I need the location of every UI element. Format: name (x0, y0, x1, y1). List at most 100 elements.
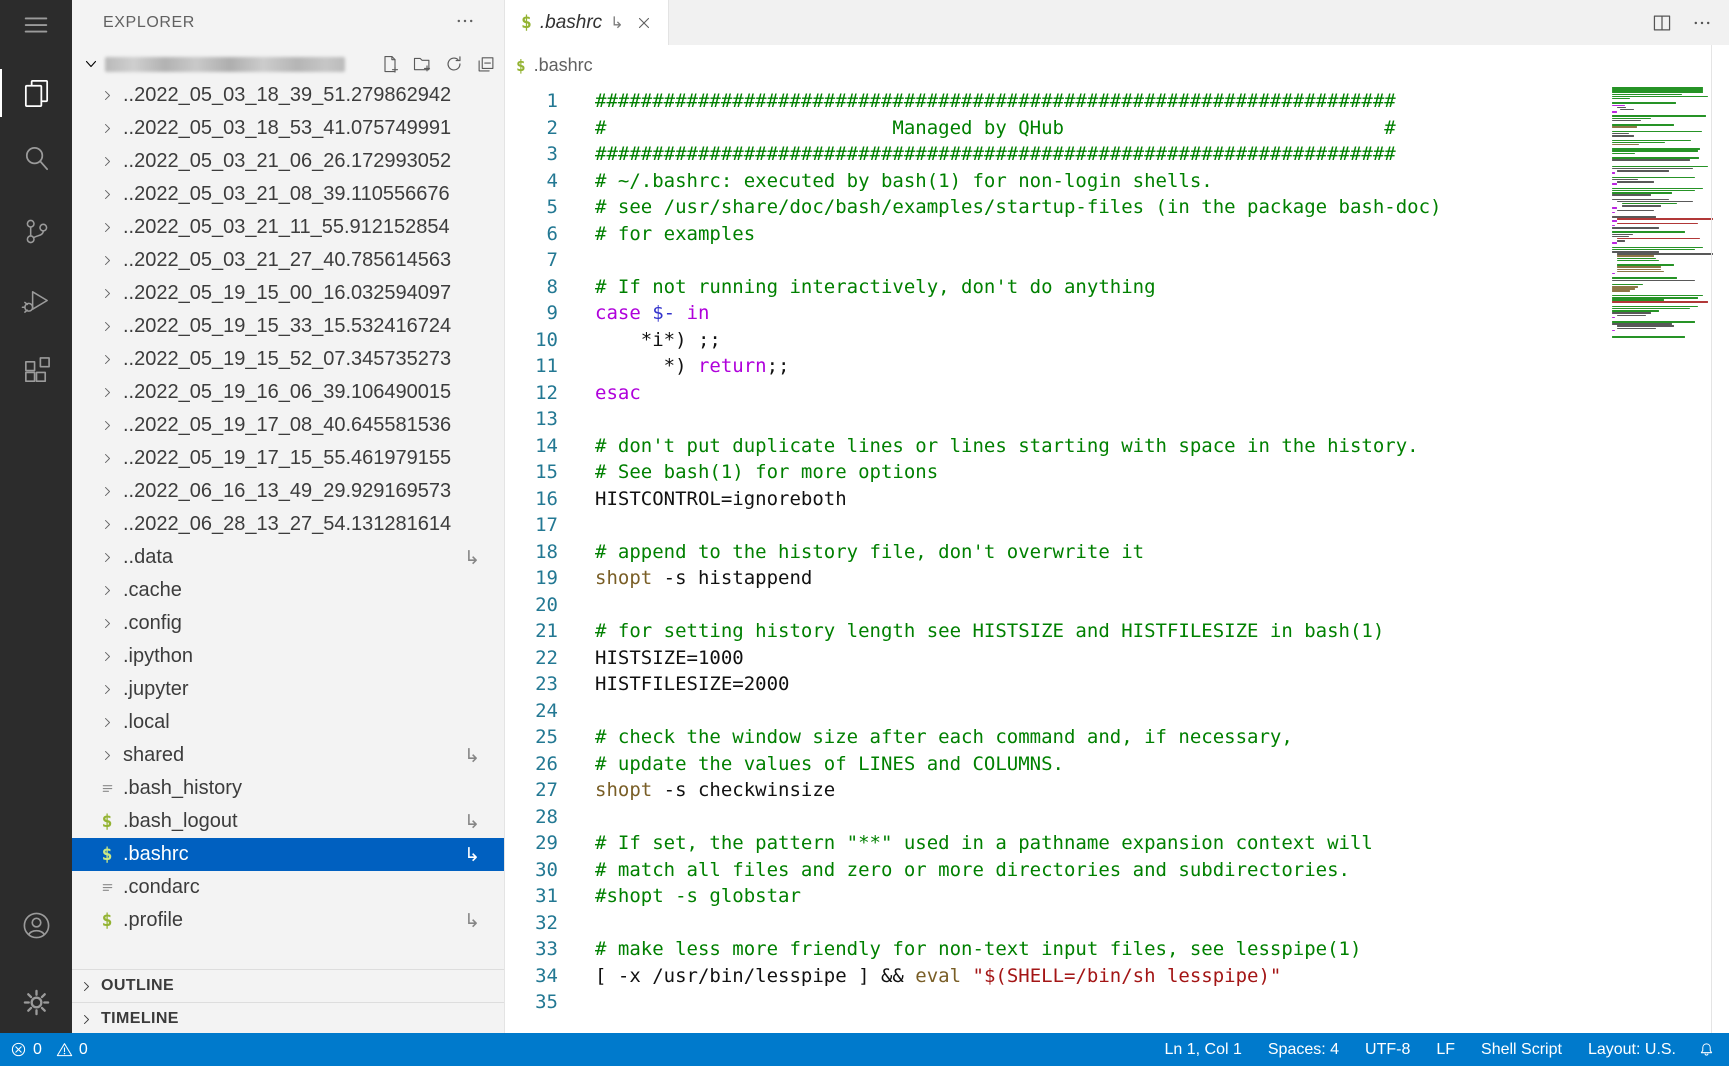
tree-item--profile[interactable]: $.profile↳ (72, 904, 504, 937)
code-line-2[interactable]: # Managed by QHub # (595, 115, 1709, 142)
tree-item--2022-06-28-13-27-54-131281614[interactable]: ..2022_06_28_13_27_54.131281614 (72, 508, 504, 541)
code-line-29[interactable]: # If set, the pattern "**" used in a pat… (595, 830, 1709, 857)
code-line-5[interactable]: # see /usr/share/doc/bash/examples/start… (595, 194, 1709, 221)
status-eol[interactable]: LF (1436, 1041, 1455, 1059)
code-line-34[interactable]: [ -x /usr/bin/lesspipe ] && eval "$(SHEL… (595, 963, 1709, 990)
tree-item--cache[interactable]: .cache (72, 574, 504, 607)
tree-item--bash-logout[interactable]: $.bash_logout↳ (72, 805, 504, 838)
code-line-21[interactable]: # for setting history length see HISTSIZ… (595, 618, 1709, 645)
code-line-30[interactable]: # match all files and zero or more direc… (595, 857, 1709, 884)
tree-item-label: ..2022_05_03_21_27_40.785614563 (123, 249, 451, 272)
tree-item--local[interactable]: .local (72, 706, 504, 739)
code-line-10[interactable]: *i*) ;; (595, 327, 1709, 354)
tree-item--2022-05-03-21-06-26-172993052[interactable]: ..2022_05_03_21_06_26.172993052 (72, 145, 504, 178)
split-editor-icon[interactable] (1651, 12, 1673, 34)
timeline-section-header[interactable]: TIMELINE (72, 1002, 504, 1035)
tree-item--2022-05-03-21-11-55-912152854[interactable]: ..2022_05_03_21_11_55.912152854 (72, 211, 504, 244)
tree-item--2022-05-19-16-06-39-106490015[interactable]: ..2022_05_19_16_06_39.106490015 (72, 376, 504, 409)
tree-item--config[interactable]: .config (72, 607, 504, 640)
code-line-19[interactable]: shopt -s histappend (595, 565, 1709, 592)
tree-item--jupyter[interactable]: .jupyter (72, 673, 504, 706)
tree-item--bash-history[interactable]: .bash_history (72, 772, 504, 805)
tree-item--2022-05-03-18-39-51-279862942[interactable]: ..2022_05_03_18_39_51.279862942 (72, 79, 504, 112)
tree-item--2022-05-19-15-52-07-345735273[interactable]: ..2022_05_19_15_52_07.345735273 (72, 343, 504, 376)
notifications-bell-icon[interactable] (1698, 1041, 1715, 1058)
shell-file-icon: $ (102, 811, 113, 832)
line-number: 28 (505, 804, 558, 831)
code-line-26[interactable]: # update the values of LINES and COLUMNS… (595, 751, 1709, 778)
tree-item-shared[interactable]: shared↳ (72, 739, 504, 772)
code-line-16[interactable]: HISTCONTROL=ignoreboth (595, 486, 1709, 513)
code-line-8[interactable]: # If not running interactively, don't do… (595, 274, 1709, 301)
status-keyboard-layout[interactable]: Layout: U.S. (1588, 1041, 1676, 1059)
status-language-mode[interactable]: Shell Script (1481, 1041, 1562, 1059)
status-cursor-position[interactable]: Ln 1, Col 1 (1164, 1041, 1241, 1059)
code-line-31[interactable]: #shopt -s globstar (595, 883, 1709, 910)
code-line-7[interactable] (595, 247, 1709, 274)
code-line-12[interactable]: esac (595, 380, 1709, 407)
code-line-4[interactable]: # ~/.bashrc: executed by bash(1) for non… (595, 168, 1709, 195)
chevron-down-icon (83, 56, 99, 72)
tree-item--2022-06-16-13-49-29-929169573[interactable]: ..2022_06_16_13_49_29.929169573 (72, 475, 504, 508)
code-line-33[interactable]: # make less more friendly for non-text i… (595, 936, 1709, 963)
code-line-24[interactable] (595, 698, 1709, 725)
code-line-20[interactable] (595, 592, 1709, 619)
collapse-all-icon[interactable] (476, 54, 496, 74)
code-lines[interactable]: ########################################… (595, 88, 1709, 1016)
new-file-icon[interactable] (380, 54, 400, 74)
text-file-icon (100, 880, 115, 895)
activity-item-run-and-debug[interactable] (0, 274, 72, 326)
code-line-13[interactable] (595, 406, 1709, 433)
tree-item--2022-05-03-21-08-39-110556676[interactable]: ..2022_05_03_21_08_39.110556676 (72, 178, 504, 211)
status-indentation[interactable]: Spaces: 4 (1268, 1041, 1339, 1059)
tree-item--ipython[interactable]: .ipython (72, 640, 504, 673)
activity-item-extensions[interactable] (0, 345, 72, 397)
code-line-18[interactable]: # append to the history file, don't over… (595, 539, 1709, 566)
tree-item--2022-05-03-21-27-40-785614563[interactable]: ..2022_05_03_21_27_40.785614563 (72, 244, 504, 277)
code-line-15[interactable]: # See bash(1) for more options (595, 459, 1709, 486)
minimap[interactable] (1612, 87, 1710, 1033)
code-line-22[interactable]: HISTSIZE=1000 (595, 645, 1709, 672)
tree-item--2022-05-19-17-15-55-461979155[interactable]: ..2022_05_19_17_15_55.461979155 (72, 442, 504, 475)
tree-item--2022-05-19-15-00-16-032594097[interactable]: ..2022_05_19_15_00_16.032594097 (72, 277, 504, 310)
code-line-35[interactable] (595, 989, 1709, 1016)
close-icon[interactable] (636, 15, 652, 31)
tree-item--2022-05-03-18-53-41-075749991[interactable]: ..2022_05_03_18_53_41.075749991 (72, 112, 504, 145)
tree-item--bashrc[interactable]: $.bashrc↳ (72, 838, 504, 871)
refresh-icon[interactable] (444, 54, 464, 74)
activity-item-account[interactable] (0, 899, 72, 951)
line-numbers-gutter: 1234567891011121314151617181920212223242… (505, 88, 558, 1016)
outline-section-header[interactable]: OUTLINE (72, 969, 504, 1002)
code-line-9[interactable]: case $- in (595, 300, 1709, 327)
code-line-1[interactable]: ########################################… (595, 88, 1709, 115)
activity-item-menu[interactable] (0, 0, 72, 51)
code-line-23[interactable]: HISTFILESIZE=2000 (595, 671, 1709, 698)
code-line-6[interactable]: # for examples (595, 221, 1709, 248)
activity-item-search[interactable] (0, 132, 72, 184)
code-line-27[interactable]: shopt -s checkwinsize (595, 777, 1709, 804)
activity-item-settings[interactable] (0, 976, 72, 1028)
project-root-row[interactable] (72, 48, 504, 80)
activity-item-explorer[interactable] (0, 67, 72, 119)
tree-item--condarc[interactable]: .condarc (72, 871, 504, 904)
code-editor[interactable]: 1234567891011121314151617181920212223242… (505, 85, 1709, 1033)
code-line-11[interactable]: *) return;; (595, 353, 1709, 380)
tree-item--2022-05-19-17-08-40-645581536[interactable]: ..2022_05_19_17_08_40.645581536 (72, 409, 504, 442)
more-actions-icon[interactable] (1691, 12, 1713, 34)
activity-item-source-control[interactable] (0, 205, 72, 257)
code-line-14[interactable]: # don't put duplicate lines or lines sta… (595, 433, 1709, 460)
chevron-right-icon (101, 155, 114, 168)
tab-bashrc[interactable]: $ .bashrc ↳ (505, 0, 669, 45)
views-more-actions-icon[interactable] (454, 10, 476, 32)
new-folder-icon[interactable] (412, 54, 432, 74)
problems-indicator[interactable]: 00 (10, 1041, 88, 1059)
breadcrumb-item[interactable]: .bashrc (534, 55, 593, 76)
code-line-32[interactable] (595, 910, 1709, 937)
tree-item--2022-05-19-15-33-15-532416724[interactable]: ..2022_05_19_15_33_15.532416724 (72, 310, 504, 343)
code-line-17[interactable] (595, 512, 1709, 539)
code-line-3[interactable]: ########################################… (595, 141, 1709, 168)
status-encoding[interactable]: UTF-8 (1365, 1041, 1410, 1059)
code-line-25[interactable]: # check the window size after each comma… (595, 724, 1709, 751)
tree-item--data[interactable]: ..data↳ (72, 541, 504, 574)
code-line-28[interactable] (595, 804, 1709, 831)
